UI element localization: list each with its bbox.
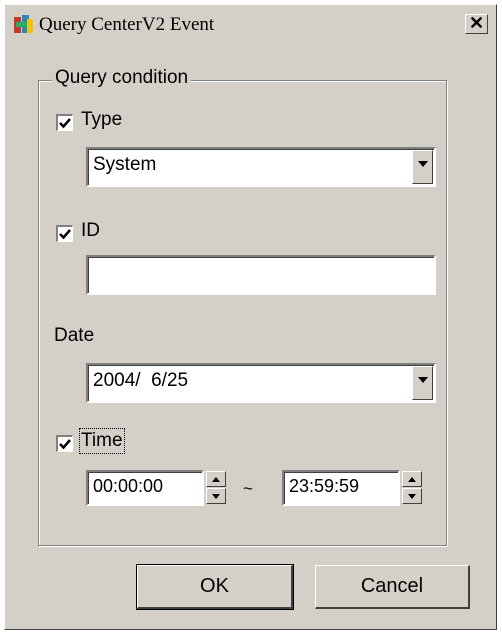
title-bar: Query CenterV2 Event ✕ bbox=[7, 7, 494, 41]
start-time-input[interactable]: 00:00:00 bbox=[86, 470, 204, 506]
arrow-down-icon bbox=[212, 494, 220, 499]
window-title: Query CenterV2 Event bbox=[39, 14, 215, 35]
query-dialog: Query CenterV2 Event ✕ Query condition T… bbox=[4, 4, 497, 630]
arrow-up-icon bbox=[212, 477, 220, 482]
time-label: Time bbox=[79, 428, 125, 454]
id-input[interactable] bbox=[86, 255, 436, 295]
id-checkbox[interactable] bbox=[56, 225, 73, 242]
start-time-value: 00:00:00 bbox=[93, 476, 164, 496]
end-time-value: 23:59:59 bbox=[289, 476, 360, 496]
start-time-down-button[interactable] bbox=[206, 488, 226, 504]
start-time-up-button[interactable] bbox=[206, 471, 226, 487]
cancel-button[interactable]: Cancel bbox=[315, 565, 470, 609]
date-select-value: 2004/ 6/25 bbox=[93, 370, 189, 391]
type-checkbox[interactable] bbox=[56, 114, 73, 131]
type-dropdown-button[interactable] bbox=[412, 150, 433, 184]
chevron-down-icon bbox=[418, 161, 428, 167]
date-label: Date bbox=[54, 325, 95, 346]
date-dropdown-button[interactable] bbox=[412, 366, 433, 400]
arrow-up-icon bbox=[408, 477, 416, 482]
time-range-separator: ~ bbox=[243, 479, 253, 498]
type-label: Type bbox=[81, 109, 123, 130]
id-label: ID bbox=[81, 220, 100, 241]
start-time-spinner[interactable] bbox=[206, 471, 226, 505]
end-time-down-button[interactable] bbox=[402, 488, 422, 504]
chevron-down-icon bbox=[418, 377, 428, 383]
end-time-up-button[interactable] bbox=[402, 471, 422, 487]
ok-button[interactable]: OK bbox=[136, 564, 294, 610]
app-icon bbox=[13, 14, 33, 34]
check-icon bbox=[59, 118, 71, 129]
type-select[interactable]: System bbox=[86, 147, 436, 187]
group-label: Query condition bbox=[52, 67, 192, 89]
end-time-input[interactable]: 23:59:59 bbox=[282, 470, 400, 506]
check-icon bbox=[59, 229, 71, 240]
type-select-value: System bbox=[93, 154, 157, 175]
arrow-down-icon bbox=[408, 494, 416, 499]
time-checkbox[interactable] bbox=[56, 435, 73, 452]
date-select[interactable]: 2004/ 6/25 bbox=[86, 363, 436, 403]
close-button[interactable]: ✕ bbox=[465, 14, 488, 34]
end-time-spinner[interactable] bbox=[402, 471, 422, 505]
close-icon: ✕ bbox=[468, 13, 485, 33]
check-icon bbox=[59, 439, 71, 450]
